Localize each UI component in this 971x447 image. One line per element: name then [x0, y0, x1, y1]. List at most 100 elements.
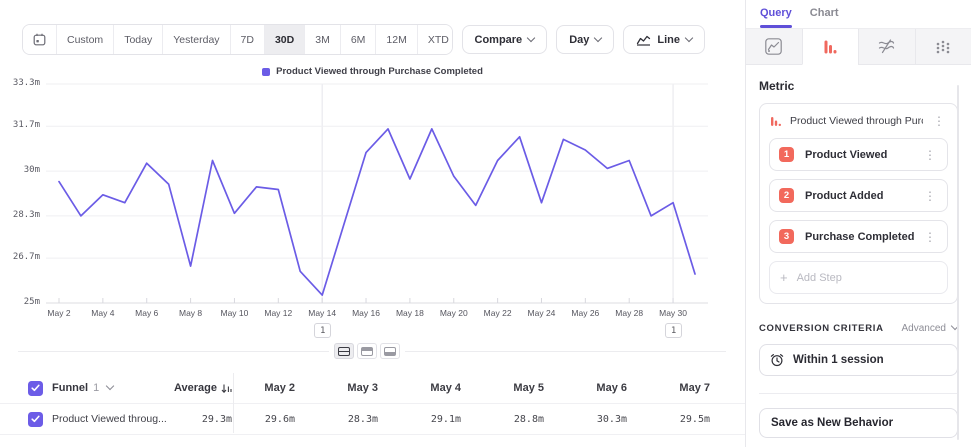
interval-label: Day [569, 34, 589, 46]
funnel-group-label[interactable]: Funnel [52, 382, 88, 394]
segmentation-icon [935, 39, 951, 55]
chart-only-toggle[interactable] [357, 343, 377, 359]
x-axis-label: May 14 [297, 308, 347, 318]
compare-button[interactable]: Compare [462, 25, 548, 54]
range-custom[interactable]: Custom [56, 25, 113, 54]
metric-header[interactable]: Product Viewed through Purchas... ⋮ [770, 115, 947, 127]
chevron-down-icon [527, 33, 535, 41]
x-axis-label: May 12 [253, 308, 303, 318]
chart-only-icon [361, 347, 373, 356]
chart-type-dropdown[interactable]: Line [623, 25, 705, 54]
step-label: Product Added [805, 190, 922, 202]
step-menu-icon[interactable]: ⋮ [922, 190, 938, 202]
compare-label: Compare [475, 34, 523, 46]
query-tab-label: Query [760, 7, 792, 19]
funnel-step-3[interactable]: 3 Purchase Completed⋮ [769, 220, 948, 253]
x-axis-label: May 2 [34, 308, 84, 318]
cell-value: 28.8m [481, 414, 564, 425]
range-3m[interactable]: 3M [304, 25, 340, 54]
analytics-app: CustomTodayYesterday7D30D3M6M12MXTD Comp… [0, 0, 971, 447]
x-axis-label: May 30 [648, 308, 698, 318]
main-area: CustomTodayYesterday7D30D3M6M12MXTD Comp… [0, 0, 745, 447]
tab-segmentation[interactable] [915, 29, 971, 65]
range-yesterday[interactable]: Yesterday [162, 25, 229, 54]
panel-tabs: Query Chart [746, 0, 971, 28]
y-axis-label: 25m [0, 297, 40, 307]
conversion-criteria-label: CONVERSION CRITERIA [759, 323, 884, 334]
advanced-label: Advanced [902, 323, 946, 334]
column-header-may-4[interactable]: May 4 [398, 382, 481, 394]
add-step-button[interactable]: + Add Step [769, 261, 948, 294]
y-axis-label: 26.7m [0, 252, 40, 262]
series-checkbox[interactable] [28, 412, 43, 427]
step-label: Purchase Completed [805, 231, 922, 243]
table-only-toggle[interactable] [380, 343, 400, 359]
annotation-badge[interactable]: 1 [665, 323, 682, 338]
metric-menu-icon[interactable]: ⋮ [931, 115, 947, 127]
table-only-icon [384, 347, 396, 356]
range-30d[interactable]: 30D [264, 25, 304, 54]
tab-line-chart[interactable] [746, 29, 802, 65]
funnel-mini-icon [770, 115, 782, 127]
funnel-line-chart [0, 77, 745, 317]
line-chart-icon [636, 34, 651, 46]
interval-dropdown[interactable]: Day [556, 25, 614, 54]
tab-funnel[interactable] [802, 29, 859, 65]
funnel-trend-chart[interactable]: 1133.3m31.7m30m28.3m26.7m25mMay 2May 4Ma… [0, 77, 745, 345]
funnel-group-number: 1 [93, 382, 99, 394]
plus-icon: + [780, 270, 788, 285]
column-header-may-5[interactable]: May 5 [481, 382, 564, 394]
column-header-may-2[interactable]: May 2 [232, 382, 315, 394]
step-menu-icon[interactable]: ⋮ [922, 231, 938, 243]
metric-type-tabs [746, 28, 971, 65]
annotation-badge[interactable]: 1 [314, 323, 331, 338]
add-step-label: Add Step [797, 272, 842, 284]
conversion-window-button[interactable]: Within 1 session [759, 344, 958, 376]
sort-icon[interactable] [221, 383, 232, 394]
range-7d[interactable]: 7D [230, 25, 264, 54]
average-column-header[interactable]: Average [174, 382, 217, 394]
column-header-may-3[interactable]: May 3 [315, 382, 398, 394]
column-header-may-7[interactable]: May 7 [647, 382, 730, 394]
legend-label: Product Viewed through Purchase Complete… [276, 66, 483, 77]
chevron-down-icon[interactable] [106, 382, 114, 390]
x-axis-label: May 4 [78, 308, 128, 318]
step-menu-icon[interactable]: ⋮ [922, 149, 938, 161]
x-axis-label: May 26 [560, 308, 610, 318]
funnel-step-2[interactable]: 2 Product Added⋮ [769, 179, 948, 212]
save-behavior-button[interactable]: Save as New Behavior [759, 408, 958, 438]
step-number-badge: 1 [779, 147, 794, 162]
cell-value: 29.6m [232, 414, 315, 425]
step-number-badge: 3 [779, 229, 794, 244]
table-column-divider [233, 373, 234, 433]
metric-section-label: Metric [759, 79, 958, 93]
x-axis-label: May 24 [516, 308, 566, 318]
cell-value: 30.3m [564, 414, 647, 425]
series-name: Product Viewed throug... [52, 413, 167, 425]
range-6m[interactable]: 6M [340, 25, 376, 54]
view-toggle-group [329, 343, 405, 359]
range-12m[interactable]: 12M [375, 25, 416, 54]
x-axis-label: May 8 [166, 308, 216, 318]
tab-chart[interactable]: Chart [810, 7, 839, 28]
calendar-icon[interactable] [23, 25, 56, 54]
metric-card: Product Viewed through Purchas... ⋮ 1Pro… [759, 103, 958, 304]
chart-legend: Product Viewed through Purchase Complete… [0, 66, 745, 77]
y-axis-label: 31.7m [0, 120, 40, 130]
select-all-checkbox[interactable] [28, 381, 43, 396]
panel-scrollbar[interactable] [957, 85, 959, 440]
range-xtd[interactable]: XTD [417, 25, 453, 54]
average-value: 29.3m [202, 414, 232, 425]
step-number-badge: 2 [779, 188, 794, 203]
tab-query[interactable]: Query [760, 7, 792, 28]
tab-flow[interactable] [858, 29, 915, 65]
flow-icon [878, 38, 895, 55]
conversion-criteria-row: CONVERSION CRITERIA Advanced [759, 323, 958, 334]
advanced-dropdown[interactable]: Advanced [902, 323, 958, 334]
check-icon [31, 384, 40, 392]
range-today[interactable]: Today [113, 25, 162, 54]
funnel-step-1[interactable]: 1Product Viewed⋮ [769, 138, 948, 171]
column-header-may-6[interactable]: May 6 [564, 382, 647, 394]
column-header-may-8[interactable]: May 8 [730, 382, 745, 394]
split-view-toggle[interactable] [334, 343, 354, 359]
